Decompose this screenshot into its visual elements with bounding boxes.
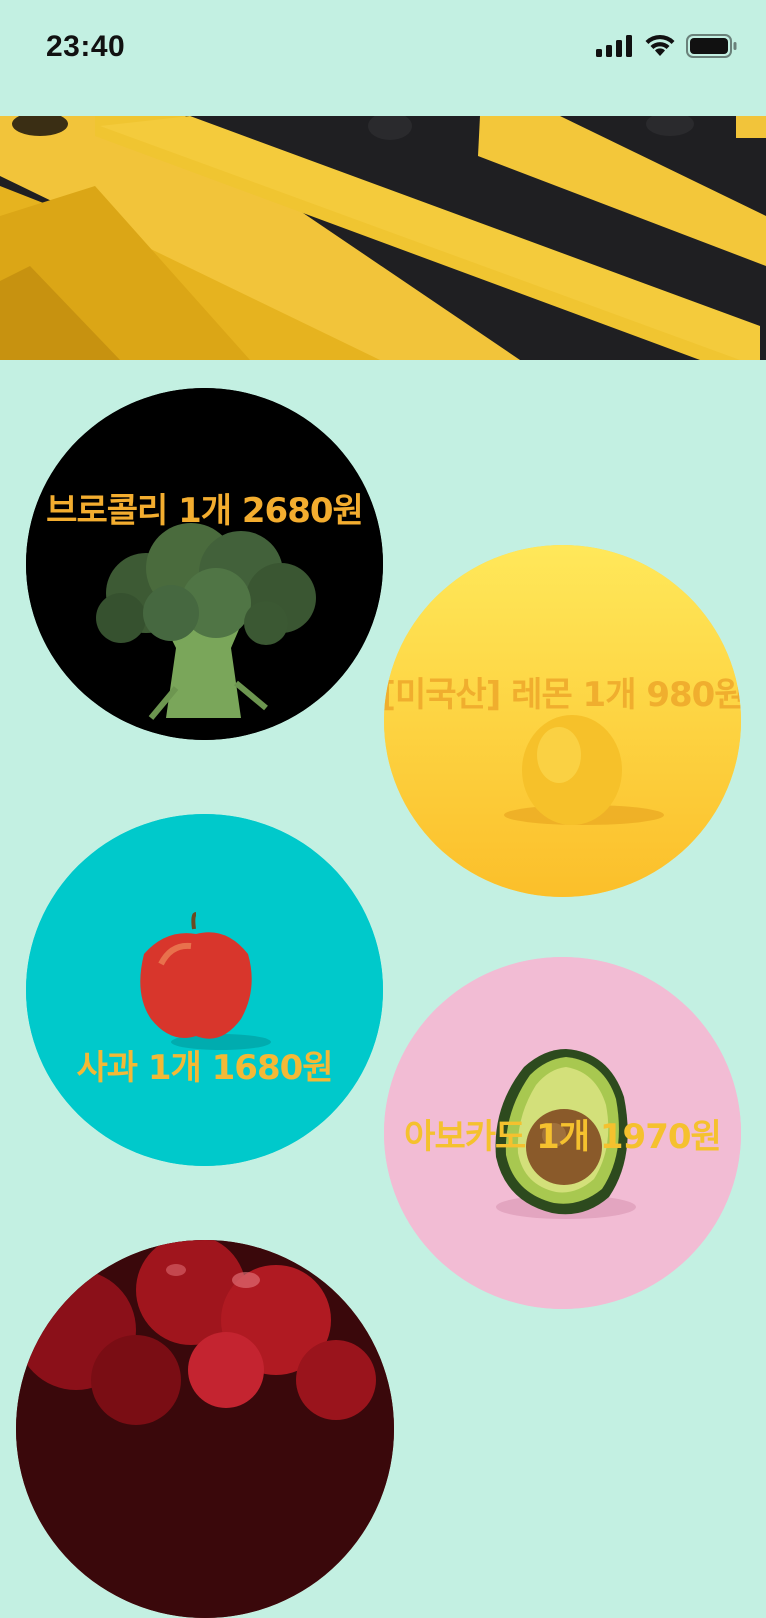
cellular-signal-icon xyxy=(596,35,632,57)
product-card-avocado[interactable]: 아보카도 1개 1970원 xyxy=(384,957,741,1309)
product-card-cherries[interactable] xyxy=(16,1240,394,1618)
status-time: 23:40 xyxy=(46,30,126,63)
product-card-apple[interactable]: 사과 1개 1680원 xyxy=(26,814,383,1166)
wifi-icon xyxy=(645,34,675,56)
product-label: 브로콜리 1개 2680원 xyxy=(46,491,364,531)
status-bar: 23:40 xyxy=(0,0,766,100)
lemon-image xyxy=(384,545,741,897)
product-label: 사과 1개 1680원 xyxy=(76,1048,333,1088)
product-card-lemon[interactable]: [미국산] 레몬 1개 980원 xyxy=(384,545,741,897)
product-card-broccoli[interactable]: 브로콜리 1개 2680원 xyxy=(26,388,383,740)
status-icons xyxy=(596,34,738,58)
apple-image xyxy=(26,814,383,1166)
product-label: [미국산] 레몬 1개 980원 xyxy=(384,675,741,715)
banner-image[interactable] xyxy=(0,116,766,360)
broccoli-image xyxy=(26,388,383,740)
battery-icon xyxy=(686,34,737,58)
yellow-black-stripes-banner xyxy=(0,116,766,360)
product-label: 아보카도 1개 1970원 xyxy=(404,1117,722,1157)
cherries-image xyxy=(16,1240,394,1618)
